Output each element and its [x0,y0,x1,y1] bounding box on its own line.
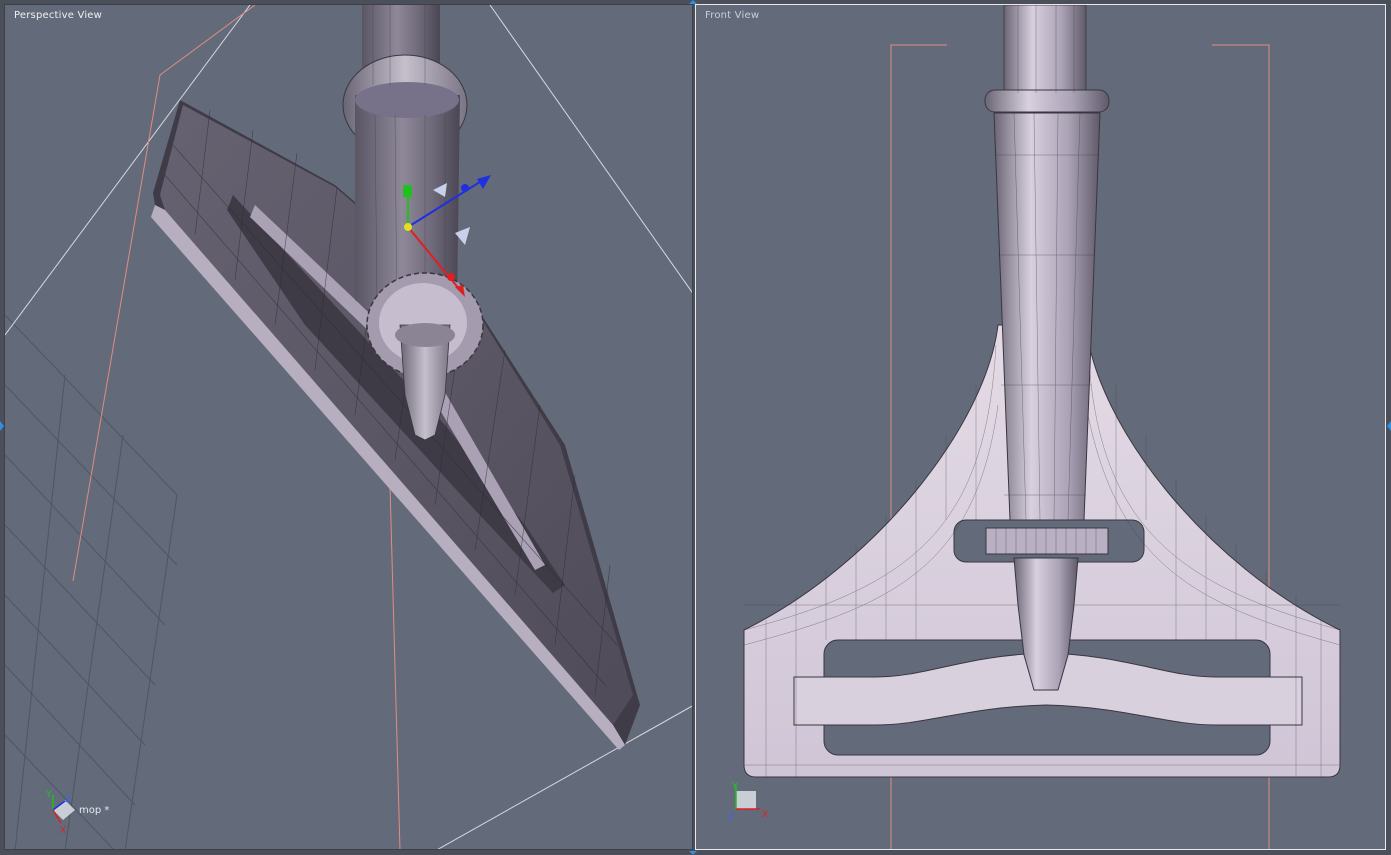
perspective-viewport[interactable]: Y Z X Perspective View mop * [4,4,693,850]
left-splitter-handle[interactable] [0,421,4,431]
axis-y-label: Y [45,790,52,800]
front-axis-y-label: Y [731,782,738,792]
front-viewport[interactable]: Y Z X Front View [695,4,1386,850]
axis-z-label: Z [65,795,71,805]
perspective-canvas[interactable]: Y Z X [5,5,693,850]
bottom-splitter-handle[interactable] [689,851,697,855]
axis-x-label: X [60,826,66,836]
front-view-title: Front View [705,10,760,21]
perspective-view-title: Perspective View [14,10,103,21]
front-canvas[interactable]: Y Z X [696,5,1386,850]
top-splitter-handle[interactable] [689,0,697,4]
axis-indicator: Y Z X [45,790,75,836]
front-axis-z-label: Z [728,813,734,823]
front-axis-indicator: Y Z X [728,782,768,823]
floor-grid [5,314,178,849]
front-axis-x-label: X [762,810,768,820]
right-splitter-handle[interactable] [1387,421,1391,431]
object-name-label: mop * [79,805,110,816]
